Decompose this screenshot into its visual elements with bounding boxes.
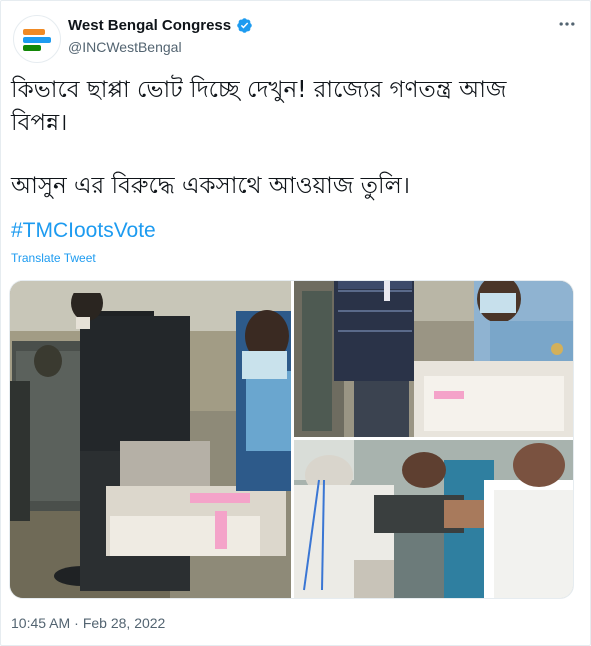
tweet-card: West Bengal Congress @INCWestBengal কিভা… (0, 0, 591, 646)
hashtag-link[interactable]: #TMCIootsVote (11, 219, 156, 243)
timestamp-separator: · (74, 615, 79, 631)
translate-tweet-link[interactable]: Translate Tweet (11, 251, 96, 265)
photo-voting-booth[interactable] (10, 281, 291, 598)
tweet-line-3: আসুন এর বিরুদ্ধে একসাথে আওয়াজ তুলি। (11, 173, 410, 199)
author-handle[interactable]: @INCWestBengal (68, 39, 182, 55)
tweet-line-2: বিপন্ন। (11, 110, 68, 136)
photo-polling-officer[interactable] (294, 281, 573, 437)
avatar-stripe-blue (23, 37, 51, 43)
avatar[interactable] (13, 15, 61, 63)
tweet-timestamp[interactable]: 10:45 AM · Feb 28, 2022 (11, 615, 165, 631)
display-name[interactable]: West Bengal Congress (68, 17, 231, 34)
media-grid (9, 280, 574, 599)
more-options-icon[interactable] (556, 13, 578, 35)
tweet-line-1: কিভাবে ছাপ্পা ভোট দিচ্ছে দেখুন! রাজ্যের … (11, 77, 507, 103)
tweet-date: Feb 28, 2022 (82, 615, 166, 631)
avatar-stripe-green (23, 45, 41, 51)
photo-scuffle[interactable] (294, 440, 573, 598)
tweet-time: 10:45 AM (11, 615, 71, 631)
author-name-row[interactable]: West Bengal Congress (68, 17, 253, 34)
avatar-stripe-saffron (23, 29, 45, 35)
tweet-text: কিভাবে ছাপ্পা ভোট দিচ্ছে দেখুন! রাজ্যের … (11, 74, 581, 203)
verified-badge-icon (236, 17, 253, 34)
